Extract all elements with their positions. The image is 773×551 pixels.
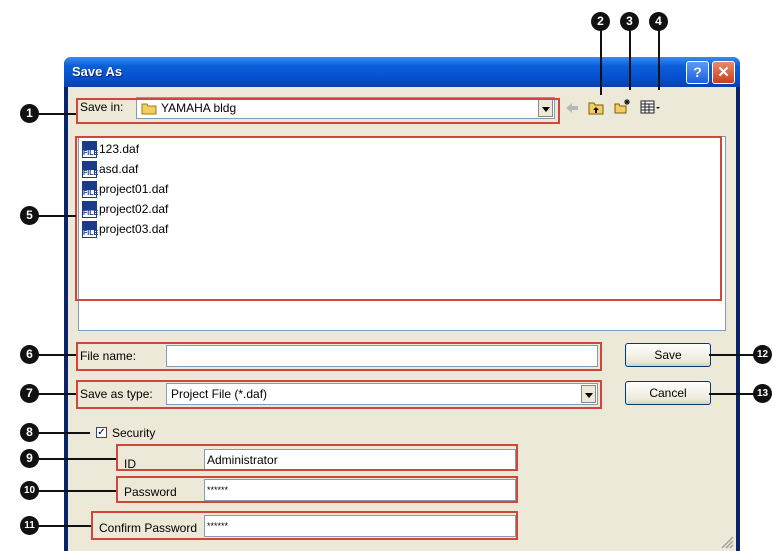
callout-8: 8 — [20, 423, 39, 442]
resize-grip-icon[interactable] — [718, 533, 734, 549]
up-one-level-icon[interactable] — [588, 99, 604, 115]
highlight-confirm-password — [91, 511, 518, 540]
highlight-file-list — [75, 136, 722, 301]
highlight-save-as-type — [76, 380, 602, 409]
highlight-file-name — [76, 342, 602, 371]
new-folder-icon[interactable] — [614, 98, 630, 114]
leader-12 — [709, 354, 755, 356]
leader-11 — [30, 525, 91, 527]
leader-3 — [629, 30, 631, 90]
callout-12: 12 — [753, 345, 772, 364]
cancel-button[interactable]: Cancel — [625, 381, 711, 405]
leader-4 — [658, 30, 660, 90]
callout-4: 4 — [649, 12, 668, 31]
callout-6: 6 — [20, 345, 39, 364]
callout-5: 5 — [20, 206, 39, 225]
callout-9: 9 — [20, 449, 39, 468]
title-bar[interactable]: Save As ? ✕ — [64, 57, 740, 87]
callout-1: 1 — [20, 104, 39, 123]
view-menu-icon[interactable] — [640, 99, 662, 115]
highlight-save-in — [76, 98, 560, 124]
security-label: Security — [112, 426, 156, 440]
callout-10: 10 — [20, 481, 39, 500]
security-checkbox[interactable]: ✓ — [96, 427, 107, 438]
leader-10 — [30, 490, 116, 492]
back-arrow-icon[interactable] — [564, 100, 580, 116]
callout-13: 13 — [753, 384, 772, 403]
leader-2 — [600, 30, 602, 95]
leader-8 — [30, 432, 90, 434]
callout-7: 7 — [20, 384, 39, 403]
save-button[interactable]: Save — [625, 343, 711, 367]
highlight-id — [116, 444, 518, 471]
dialog-title: Save As — [72, 64, 123, 79]
help-button[interactable]: ? — [686, 61, 709, 84]
callout-2: 2 — [591, 12, 610, 31]
leader-13 — [709, 393, 755, 395]
highlight-password — [116, 476, 518, 503]
leader-9 — [30, 458, 116, 460]
close-button[interactable]: ✕ — [712, 61, 735, 84]
callout-11: 11 — [20, 516, 39, 535]
callout-3: 3 — [620, 12, 639, 31]
